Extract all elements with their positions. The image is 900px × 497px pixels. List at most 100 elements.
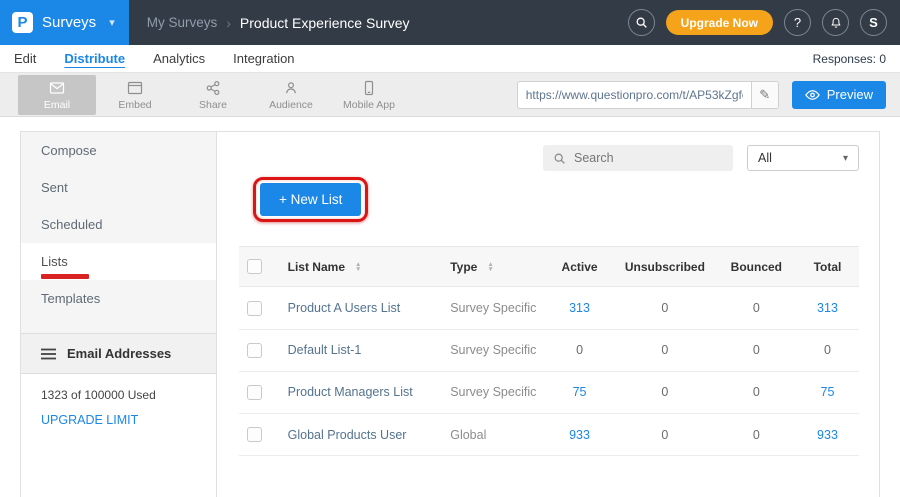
tab-integration[interactable]: Integration <box>233 51 294 66</box>
sidebar-item-compose[interactable]: Compose <box>21 132 216 169</box>
unsubscribed-count: 0 <box>613 287 717 329</box>
column-header-total: Total <box>796 247 859 287</box>
lists-toolbar: All ▾ + New List <box>217 132 879 222</box>
header-actions: Upgrade Now ? S <box>628 9 900 36</box>
app-switcher[interactable]: P Surveys ▾ <box>0 0 129 45</box>
list-name-link[interactable]: Product Managers List <box>280 371 443 413</box>
tool-audience[interactable]: Audience <box>252 75 330 115</box>
list-name-link[interactable]: Global Products User <box>280 413 443 455</box>
list-name-link[interactable]: Product A Users List <box>280 287 443 329</box>
survey-nav: Edit Distribute Analytics Integration Re… <box>0 45 900 73</box>
responses-count: Responses: 0 <box>813 52 886 66</box>
preview-button[interactable]: Preview <box>792 81 886 109</box>
edit-url-button[interactable]: ✎ <box>751 82 778 108</box>
active-count-link[interactable]: 313 <box>546 287 613 329</box>
sidebar-item-lists[interactable]: Lists <box>21 243 216 280</box>
row-checkbox[interactable] <box>247 385 262 400</box>
sidebar-item-sent[interactable]: Sent <box>21 169 216 206</box>
table-row: Global Products User Global 933 0 0 933 <box>239 413 859 455</box>
header-checkbox-cell <box>239 247 280 287</box>
tab-edit[interactable]: Edit <box>14 51 36 66</box>
tool-email-label: Email <box>44 99 70 111</box>
row-checkbox-cell <box>239 371 280 413</box>
chevron-down-icon: ▾ <box>843 153 848 164</box>
sidebar-bottom: 1323 of 100000 Used UPGRADE LIMIT <box>21 374 216 497</box>
breadcrumb-separator: › <box>226 15 231 31</box>
row-checkbox[interactable] <box>247 427 262 442</box>
sidebar-item-label: Sent <box>41 180 68 195</box>
chevron-down-icon: ▾ <box>109 16 115 29</box>
column-label: List Name <box>288 260 345 274</box>
list-type: Global <box>442 413 546 455</box>
help-button[interactable]: ? <box>784 9 811 36</box>
avatar[interactable]: S <box>860 9 887 36</box>
total-count-link[interactable]: 933 <box>796 413 859 455</box>
annotation-red-ring: + New List <box>253 177 368 222</box>
breadcrumb-my-surveys[interactable]: My Surveys <box>147 15 218 30</box>
total-count: 0 <box>796 329 859 371</box>
search-row: All ▾ <box>239 145 859 171</box>
row-checkbox[interactable] <box>247 301 262 316</box>
tool-mobile-app[interactable]: Mobile App <box>330 75 408 115</box>
sort-icon: ▲▼ <box>355 262 361 272</box>
tool-embed[interactable]: Embed <box>96 75 174 115</box>
breadcrumb: My Surveys › Product Experience Survey <box>147 15 410 31</box>
eye-icon <box>805 89 820 101</box>
header-search-button[interactable] <box>628 9 655 36</box>
tool-share-label: Share <box>199 99 227 111</box>
search-icon <box>635 16 648 29</box>
sort-icon: ▲▼ <box>487 262 493 272</box>
column-header-active: Active <box>546 247 613 287</box>
tab-analytics[interactable]: Analytics <box>153 51 205 66</box>
preview-label: Preview <box>827 87 873 102</box>
list-filter-dropdown[interactable]: All ▾ <box>747 145 859 171</box>
total-count-link[interactable]: 313 <box>796 287 859 329</box>
row-checkbox-cell <box>239 287 280 329</box>
select-all-checkbox[interactable] <box>247 259 262 274</box>
new-list-button[interactable]: + New List <box>260 183 361 216</box>
active-count-link[interactable]: 933 <box>546 413 613 455</box>
list-type: Survey Specific <box>442 329 546 371</box>
sidebar-item-scheduled[interactable]: Scheduled <box>21 206 216 243</box>
mobile-icon <box>360 80 378 96</box>
top-header: P Surveys ▾ My Surveys › Product Experie… <box>0 0 900 45</box>
tab-distribute[interactable]: Distribute <box>64 51 125 66</box>
tool-share[interactable]: Share <box>174 75 252 115</box>
embed-icon <box>126 80 144 96</box>
upgrade-now-button[interactable]: Upgrade Now <box>666 10 773 35</box>
page-title: Product Experience Survey <box>240 15 410 31</box>
row-checkbox-cell <box>239 329 280 371</box>
bounced-count: 0 <box>717 413 796 455</box>
row-checkbox[interactable] <box>247 343 262 358</box>
list-search-input[interactable] <box>574 151 723 165</box>
notifications-button[interactable] <box>822 9 849 36</box>
tool-email[interactable]: Email <box>18 75 96 115</box>
list-name-link[interactable]: Default List-1 <box>280 329 443 371</box>
content-frame: Compose Sent Scheduled Lists Templates E… <box>20 131 880 497</box>
distribute-toolbar: Email Embed Share Audience Mobile App ✎ <box>0 73 900 117</box>
active-count: 0 <box>546 329 613 371</box>
survey-url-group: ✎ <box>517 81 779 109</box>
email-addresses-header: Email Addresses <box>21 333 216 374</box>
sidebar-item-label: Scheduled <box>41 217 102 232</box>
pencil-icon: ✎ <box>759 87 770 102</box>
share-icon <box>204 80 222 96</box>
bounced-count: 0 <box>717 329 796 371</box>
upgrade-limit-link[interactable]: UPGRADE LIMIT <box>41 413 138 427</box>
sidebar-item-label: Compose <box>41 143 97 158</box>
search-icon <box>553 152 566 165</box>
column-header-unsubscribed: Unsubscribed <box>613 247 717 287</box>
questionpro-logo: P <box>12 12 33 33</box>
column-header-type[interactable]: Type ▲▼ <box>442 247 546 287</box>
column-header-list-name[interactable]: List Name ▲▼ <box>280 247 443 287</box>
survey-url-input[interactable] <box>518 88 751 102</box>
bounced-count: 0 <box>717 287 796 329</box>
total-count-link[interactable]: 75 <box>796 371 859 413</box>
envelope-icon <box>48 80 66 96</box>
bounced-count: 0 <box>717 371 796 413</box>
column-label: Type <box>450 260 477 274</box>
sidebar-item-templates[interactable]: Templates <box>21 280 216 317</box>
table-header-row: List Name▲▼ Type▲▼ Active Unsubscribed B… <box>239 247 859 287</box>
annotation-red-underline <box>41 274 89 279</box>
active-count-link[interactable]: 75 <box>546 371 613 413</box>
